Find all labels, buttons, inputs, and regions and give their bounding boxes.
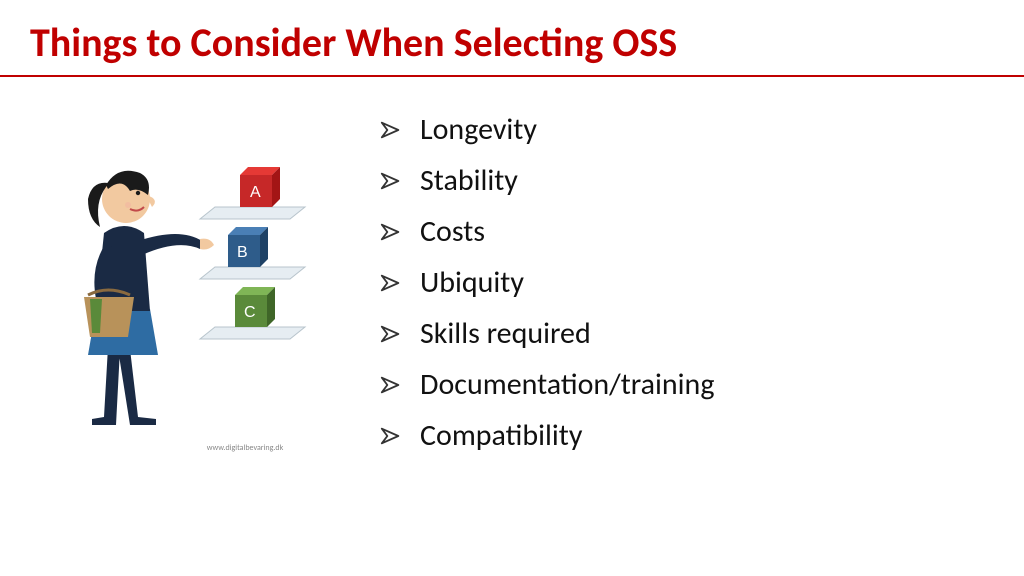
list-item: Ubiquity xyxy=(380,264,1024,301)
image-credit: www.digitalbevaring.dk xyxy=(207,443,284,453)
block-a-icon: A xyxy=(240,167,280,207)
bullet-text: Skills required xyxy=(420,315,591,352)
block-c-icon: C xyxy=(235,287,275,327)
person-icon xyxy=(84,171,214,425)
svg-text:C: C xyxy=(244,304,256,321)
arrowhead-bullet-icon xyxy=(380,119,402,141)
svg-text:B: B xyxy=(237,244,248,261)
list-item: Documentation/training xyxy=(380,366,1024,403)
bullet-text: Longevity xyxy=(420,111,537,148)
arrowhead-bullet-icon xyxy=(380,170,402,192)
bullet-text: Documentation/training xyxy=(420,366,714,403)
list-item: Skills required xyxy=(380,315,1024,352)
person-choosing-blocks-icon: A B C xyxy=(30,137,330,437)
slide: Things to Consider When Selecting OSS A xyxy=(0,0,1024,576)
list-item: Longevity xyxy=(380,111,1024,148)
bullet-text: Costs xyxy=(420,213,485,250)
arrowhead-bullet-icon xyxy=(380,374,402,396)
bullet-list: Longevity Stability Costs Ubiquity Skill… xyxy=(360,107,1024,468)
svg-text:A: A xyxy=(250,184,261,201)
list-item: Costs xyxy=(380,213,1024,250)
list-item: Compatibility xyxy=(380,417,1024,454)
slide-title: Things to Consider When Selecting OSS xyxy=(0,0,1024,75)
list-item: Stability xyxy=(380,162,1024,199)
arrowhead-bullet-icon xyxy=(380,323,402,345)
bullet-text: Stability xyxy=(420,162,518,199)
content-area: A B C xyxy=(0,77,1024,468)
arrowhead-bullet-icon xyxy=(380,425,402,447)
bullet-text: Compatibility xyxy=(420,417,582,454)
illustration: A B C xyxy=(0,107,360,453)
arrowhead-bullet-icon xyxy=(380,272,402,294)
bullet-text: Ubiquity xyxy=(420,264,524,301)
arrowhead-bullet-icon xyxy=(380,221,402,243)
block-b-icon: B xyxy=(228,227,268,267)
